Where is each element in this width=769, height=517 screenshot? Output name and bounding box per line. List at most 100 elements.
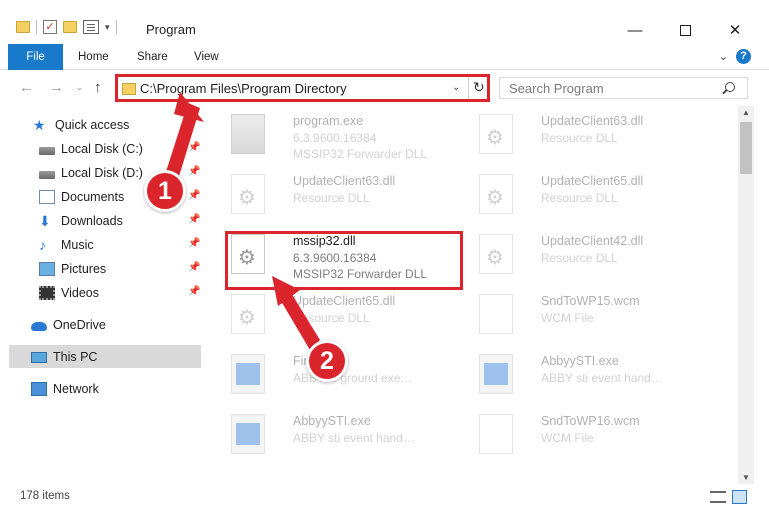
sidebar-item-local-disk-d[interactable]: Local Disk (D:) bbox=[39, 162, 143, 184]
sidebar-item-label: Documents bbox=[61, 190, 125, 204]
sidebar-item-label: This PC bbox=[53, 350, 98, 364]
sidebar-item-music[interactable]: ♪ Music bbox=[39, 234, 94, 256]
pin-icon[interactable]: 📌 bbox=[188, 262, 200, 273]
sidebar-item-this-pc[interactable]: This PC bbox=[31, 346, 97, 368]
file-name: program.exe bbox=[293, 114, 364, 128]
sidebar-item-onedrive[interactable]: OneDrive bbox=[31, 314, 106, 336]
file-icon bbox=[479, 294, 513, 334]
address-divider bbox=[468, 77, 469, 99]
details-view-icon[interactable] bbox=[710, 491, 726, 503]
address-dropdown-icon[interactable]: ⌄ bbox=[452, 82, 460, 93]
pin-icon[interactable]: 📌 bbox=[188, 190, 200, 201]
properties-check-icon[interactable]: ✓ bbox=[43, 20, 57, 34]
recent-locations-icon[interactable]: ⌄ bbox=[76, 82, 84, 93]
folder-icon bbox=[122, 83, 136, 95]
minimize-button[interactable]: — bbox=[612, 16, 658, 44]
scroll-down-icon[interactable]: ▼ bbox=[742, 473, 750, 482]
pin-icon[interactable]: 📌 bbox=[188, 142, 200, 153]
search-input[interactable]: Search Program bbox=[499, 77, 748, 99]
new-folder-icon[interactable] bbox=[63, 21, 77, 33]
expand-ribbon-icon[interactable]: ⌄ bbox=[719, 50, 728, 63]
pin-icon[interactable]: 📌 bbox=[188, 166, 200, 177]
forward-button[interactable]: → bbox=[49, 79, 64, 96]
tab-view[interactable]: View bbox=[194, 44, 219, 70]
file-item[interactable]: UpdateClient63.dll Resource DLL bbox=[215, 168, 455, 220]
sidebar-item-pictures[interactable]: Pictures bbox=[39, 258, 106, 280]
dll-icon bbox=[479, 174, 513, 214]
scroll-up-icon[interactable]: ▲ bbox=[742, 108, 750, 117]
file-item[interactable]: UpdateClient63.dll Resource DLL bbox=[463, 108, 703, 160]
file-name: AbbyySTI.exe bbox=[293, 414, 371, 428]
file-item[interactable]: AbbyySTI.exe ABBY sti event hand… bbox=[463, 348, 703, 400]
search-icon[interactable] bbox=[725, 82, 735, 92]
pin-icon[interactable]: 📌 bbox=[188, 238, 200, 249]
up-button[interactable]: ↑ bbox=[94, 79, 102, 96]
drive-icon bbox=[39, 170, 55, 179]
address-path[interactable]: C:\Program Files\Program Directory bbox=[140, 81, 347, 96]
sidebar-item-quick-access[interactable]: ★ Quick access bbox=[33, 114, 129, 136]
music-icon: ♪ bbox=[39, 237, 46, 253]
sidebar-item-downloads[interactable]: ⬇ Downloads bbox=[39, 210, 123, 232]
pin-icon[interactable]: 📌 bbox=[188, 286, 200, 297]
file-name: UpdateClient42.dll bbox=[541, 234, 644, 248]
star-icon: ★ bbox=[33, 117, 46, 133]
cloud-icon bbox=[31, 322, 47, 331]
scroll-thumb[interactable] bbox=[740, 122, 752, 174]
maximize-button[interactable] bbox=[662, 16, 708, 44]
refresh-button[interactable]: ↻ bbox=[473, 79, 485, 96]
sidebar-item-label: Quick access bbox=[55, 118, 130, 132]
sidebar-item-label: Network bbox=[53, 382, 99, 396]
search-placeholder: Search Program bbox=[509, 81, 604, 96]
file-item[interactable]: UpdateClient65.dll Resource DLL bbox=[463, 168, 703, 220]
computer-icon bbox=[31, 351, 47, 363]
sidebar-item-network[interactable]: Network bbox=[31, 378, 99, 400]
file-item[interactable]: SndToWP15.wcm WCM File bbox=[463, 288, 703, 340]
sidebar-item-videos[interactable]: Videos bbox=[39, 282, 99, 304]
close-button[interactable]: ✕ bbox=[712, 16, 758, 44]
file-description: MSSIP32 Forwarder DLL bbox=[293, 147, 428, 161]
exe-icon bbox=[231, 354, 265, 394]
sidebar-item-documents[interactable]: Documents bbox=[39, 186, 124, 208]
folder-icon[interactable] bbox=[16, 21, 30, 33]
file-item[interactable]: AbbyySTI.exe ABBY sti event hand… bbox=[215, 408, 455, 460]
help-icon[interactable]: ? bbox=[736, 49, 751, 64]
dll-icon bbox=[479, 114, 513, 154]
highlight-box bbox=[225, 231, 463, 290]
vertical-scrollbar[interactable]: ▲ ▼ bbox=[738, 106, 754, 484]
sidebar-item-label: Local Disk (D:) bbox=[61, 166, 143, 180]
item-count: 178 items bbox=[20, 490, 70, 502]
toolbar-divider bbox=[36, 20, 37, 34]
tab-share[interactable]: Share bbox=[137, 44, 168, 70]
dll-icon bbox=[231, 294, 265, 334]
pin-icon[interactable]: 📌 bbox=[188, 214, 200, 225]
navigation-pane: ★ Quick access Local Disk (C:) 📌 Local D… bbox=[0, 106, 206, 484]
status-bar: 178 items bbox=[0, 484, 769, 517]
navigation-bar: ← → ⌄ ↑ C:\Program Files\Program Directo… bbox=[0, 71, 769, 105]
tiles-view-icon[interactable] bbox=[732, 490, 747, 504]
file-item[interactable]: SndToWP16.wcm WCM File bbox=[463, 408, 703, 460]
file-name: UpdateClient65.dll bbox=[293, 294, 396, 308]
sidebar-item-local-disk-c[interactable]: Local Disk (C:) bbox=[39, 138, 143, 160]
tab-home[interactable]: Home bbox=[78, 44, 109, 70]
maximize-icon bbox=[679, 24, 691, 36]
file-description: Resource DLL bbox=[293, 311, 370, 325]
pictures-icon bbox=[39, 262, 55, 276]
tab-file[interactable]: File bbox=[8, 44, 63, 70]
file-description: WCM File bbox=[541, 311, 594, 325]
file-description: ABBY sti event hand… bbox=[541, 371, 663, 385]
file-name: SndToWP15.wcm bbox=[541, 294, 640, 308]
exe-icon bbox=[231, 414, 265, 454]
quick-access-toolbar: ✓ ▾ bbox=[16, 20, 117, 34]
step-callout-1: 1 bbox=[144, 170, 186, 212]
customize-dropdown-icon[interactable]: ▾ bbox=[105, 22, 110, 33]
sidebar-item-label: Downloads bbox=[61, 214, 123, 228]
file-name: UpdateClient65.dll bbox=[541, 174, 644, 188]
file-item[interactable]: UpdateClient42.dll Resource DLL bbox=[463, 228, 703, 280]
file-item[interactable]: program.exe 6.3.9600.16384 MSSIP32 Forwa… bbox=[215, 108, 455, 161]
file-item[interactable]: UpdateClient65.dll Resource DLL bbox=[215, 288, 455, 340]
properties-icon[interactable] bbox=[83, 20, 99, 34]
address-bar[interactable]: C:\Program Files\Program Directory ⌄ ↻ bbox=[115, 74, 490, 102]
back-button[interactable]: ← bbox=[19, 79, 34, 96]
program-icon bbox=[231, 114, 265, 154]
file-description: Resource DLL bbox=[541, 191, 618, 205]
